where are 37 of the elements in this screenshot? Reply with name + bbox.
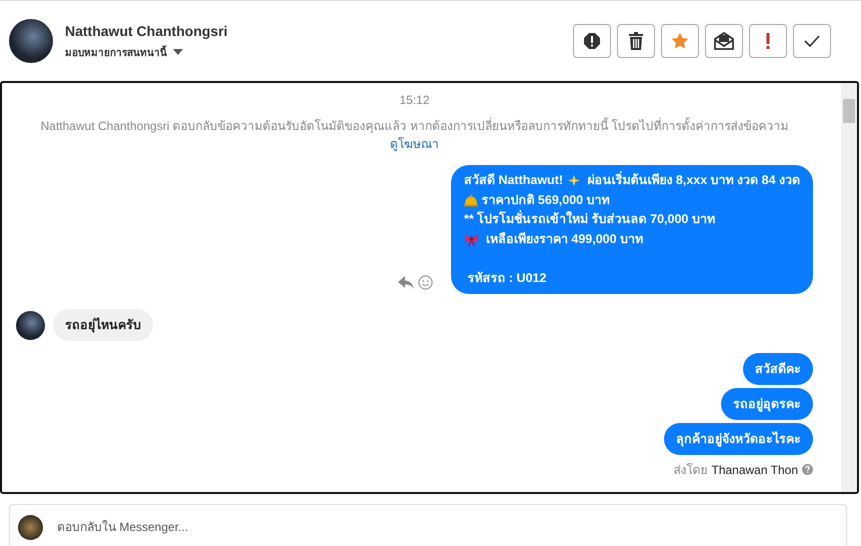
envelope-icon [714, 32, 734, 50]
page-avatar [18, 514, 43, 540]
important-button[interactable] [749, 24, 787, 58]
emoji-icon[interactable] [418, 275, 433, 290]
sparkle-icon [566, 174, 580, 188]
reply-field[interactable]: ตอบกลับใน Messenger... [55, 519, 838, 535]
bell-icon [464, 194, 478, 207]
spam-button[interactable] [573, 24, 611, 58]
check-icon [804, 35, 820, 47]
star-button[interactable] [661, 24, 699, 58]
scrollbar[interactable] [841, 83, 857, 492]
message-time: 15:12 [398, 93, 431, 107]
sent-message: สวัสดีคะ [743, 353, 813, 385]
exclamation-icon [766, 33, 770, 49]
caret-icon [173, 49, 183, 55]
sender-name: Thanawan Thon [711, 462, 798, 476]
reply-icon[interactable] [398, 276, 414, 289]
sent-message: ลุกค้าอยู่จังหวัดอะไรคะ [664, 423, 813, 455]
bow-icon [464, 232, 479, 246]
contact-name: Natthawut Chanthongsri [65, 22, 228, 38]
sent-message: สวัสดี Natthawut! ผ่อนเริ่มต้นเพียง 8,xxx บาท งวด 84 งวด ราคาปกติ 569,000 บาท ** โปรโมชั่นรถเข้าใหม่ รับส่วนลด 70,000 บาท เหลือเพียงราคา 499,000 บาท รหัสรถ : U012 [450, 165, 813, 294]
assign-dropdown[interactable]: มอบหมายการสนทนานี้ [65, 44, 228, 60]
auto-reply-notice: Natthawut Chanthongsri ตอบกลับข้อความต้อนรับอัตโนมัติของคุณแล้ว หากต้องการเปลี่ยนหรือลบการทักทายนี้ โปรดไปที่การตั้งค่าการส่งข้อความ ดูโฆษณา [40, 117, 790, 153]
received-message: รถอยุ่ไหนครับ [53, 309, 153, 341]
sent-message: รถอยู่อุดรคะ [721, 388, 813, 420]
alert-icon [583, 32, 601, 50]
trash-icon [628, 32, 644, 50]
help-icon[interactable] [802, 464, 813, 475]
reply-box[interactable]: ตอบกลับใน Messenger... [9, 504, 847, 546]
delete-button[interactable] [617, 24, 655, 58]
contact-avatar [16, 310, 45, 340]
done-button[interactable] [793, 24, 831, 58]
star-icon [671, 32, 689, 50]
avatar [9, 19, 53, 63]
sent-by-label: ส่งโดย [673, 462, 708, 479]
mail-button[interactable] [705, 24, 743, 58]
ads-link[interactable]: ดูโฆษณา [390, 137, 439, 151]
